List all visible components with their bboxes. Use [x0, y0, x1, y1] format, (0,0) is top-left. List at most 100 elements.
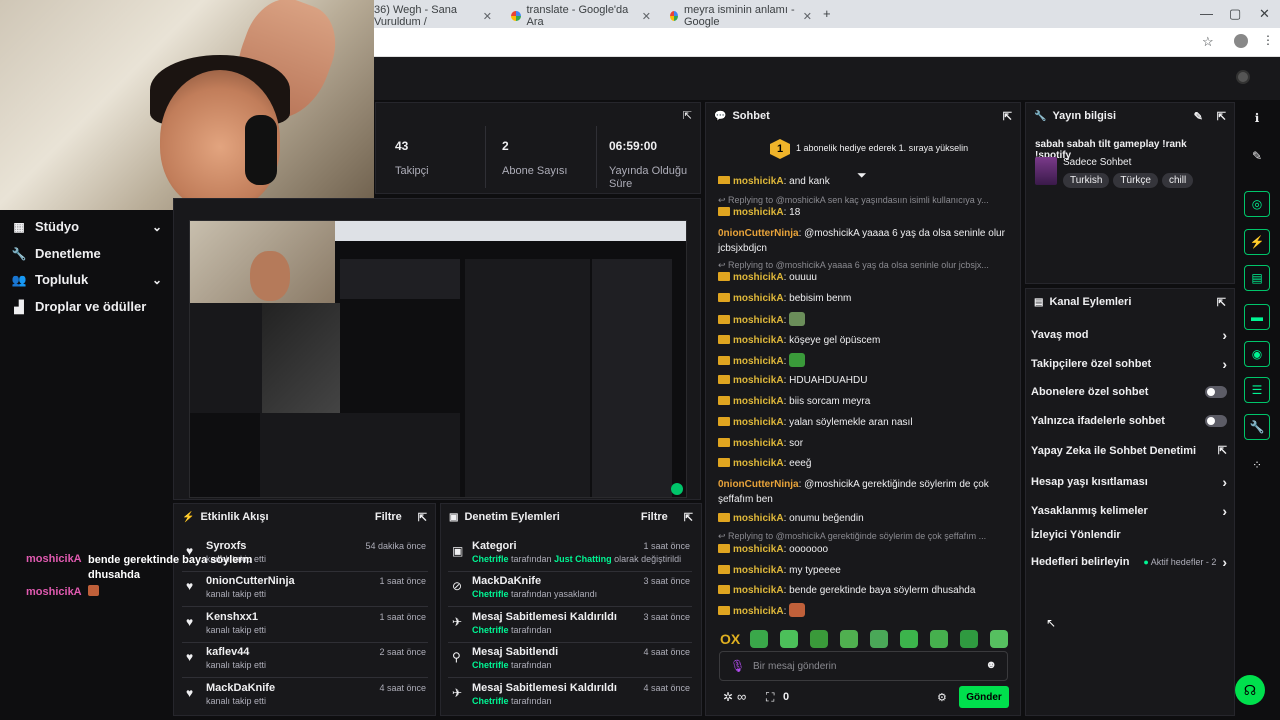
moderation-actor[interactable]: Chetrifle: [472, 660, 509, 670]
microphone-icon[interactable]: 🎙: [730, 659, 745, 673]
edit-pencil-icon[interactable]: ✎: [1194, 110, 1203, 123]
chat-username[interactable]: moshicikA: [733, 272, 784, 283]
chat-username[interactable]: moshicikA: [733, 315, 784, 326]
chat-username[interactable]: moshicikA: [733, 356, 784, 367]
emote-shortcut[interactable]: [990, 630, 1008, 648]
star-icon[interactable]: ☆: [1202, 34, 1214, 50]
browser-tab[interactable]: 36) Wegh - Sana Vuruldum / ✕: [366, 4, 500, 28]
emote-shortcut[interactable]: [960, 630, 978, 648]
moderation-row[interactable]: ▣ Kategori Chetrifle tarafından Just Chatt…: [446, 538, 694, 573]
emote-shortcut[interactable]: [870, 630, 888, 648]
activity-name[interactable]: Kenshxx1: [206, 611, 258, 623]
moderation-actor[interactable]: Chetrifle: [472, 589, 509, 599]
notes-icon[interactable]: ▤: [1244, 265, 1270, 291]
emoji-icon[interactable]: ☻: [985, 659, 997, 671]
tag-chip[interactable]: Turkish: [1063, 173, 1110, 188]
emote-shortcut[interactable]: [750, 630, 768, 648]
popout-icon[interactable]: ⇱: [418, 511, 427, 524]
stream-preview[interactable]: [189, 220, 687, 498]
channel-action-row[interactable]: Yapay Zeka ile Sohbet Denetimi ⇱: [1031, 444, 1227, 458]
channel-action-row[interactable]: Yasaklanmış kelimeler ›: [1031, 503, 1227, 519]
support-headset-icon[interactable]: ☊: [1235, 675, 1265, 705]
activity-row[interactable]: ♥ MackDaKnife kanalı takip etti 4 saat önce: [180, 680, 430, 715]
activity-name[interactable]: Syroxfs: [206, 540, 246, 552]
moderation-actor[interactable]: Chetrifle: [472, 696, 509, 706]
wrench-icon[interactable]: 🔧: [1244, 414, 1270, 440]
edit-pencil-icon[interactable]: ✎: [1244, 143, 1270, 169]
emote-shortcut[interactable]: [810, 630, 828, 648]
toggle-switch[interactable]: [1205, 415, 1227, 427]
chat-username[interactable]: 0nionCutterNinja: [718, 228, 799, 239]
channel-action-row[interactable]: Abonelere özel sohbet: [1031, 386, 1227, 398]
channel-action-row[interactable]: Yavaş mod ›: [1031, 327, 1227, 343]
sidebar-item-community[interactable]: 👥 Topluluk ⌄: [12, 272, 162, 287]
filter-button[interactable]: Filtre: [375, 511, 402, 523]
channel-action-row[interactable]: İzleyici Yönlendir: [1031, 529, 1227, 541]
clip-icon[interactable]: ◎: [1244, 191, 1270, 217]
chat-username[interactable]: moshicikA: [733, 606, 784, 617]
more-menu-icon[interactable]: ⋮: [1262, 33, 1274, 47]
popout-icon[interactable]: ⇱: [1217, 110, 1226, 123]
new-tab-button[interactable]: +: [823, 6, 831, 21]
tag-chip[interactable]: Türkçe: [1113, 173, 1158, 188]
browser-tab[interactable]: translate - Google'da Ara ✕: [503, 4, 659, 28]
apps-icon[interactable]: ⁘: [1244, 452, 1270, 478]
chat-username[interactable]: moshicikA: [733, 585, 784, 596]
activity-name[interactable]: kaflev44: [206, 646, 249, 658]
filter-button[interactable]: Filtre: [641, 511, 668, 523]
sidebar-item-drops[interactable]: ▟ Droplar ve ödüller: [12, 299, 162, 314]
sidebar-item-moderation[interactable]: 🔧 Denetleme: [12, 246, 162, 261]
browser-tab[interactable]: meyra isminin anlamı - Google ✕: [662, 4, 820, 28]
lightning-icon[interactable]: ⚡: [1244, 229, 1270, 255]
sidebar-item-studio[interactable]: ▦ Stüdyo ⌄: [12, 219, 162, 234]
popout-icon[interactable]: ⇱: [683, 109, 692, 122]
maximize-button[interactable]: ▢: [1229, 6, 1241, 22]
vault-icon[interactable]: ⛶: [766, 690, 774, 705]
channel-action-row[interactable]: Hesap yaşı kısıtlaması ›: [1031, 474, 1227, 490]
info-icon[interactable]: ℹ: [1244, 105, 1270, 131]
ox-logo[interactable]: OX: [720, 631, 740, 647]
emote-shortcut[interactable]: [930, 630, 948, 648]
emote-shortcut[interactable]: [840, 630, 858, 648]
points-icon[interactable]: ✲: [723, 690, 733, 704]
chat-username[interactable]: moshicikA: [733, 375, 784, 386]
popout-icon[interactable]: ⇱: [1217, 296, 1226, 309]
channel-action-row[interactable]: Hedefleri belirleyin ● Aktif hedefler - 2…: [1031, 554, 1227, 570]
moderation-actor[interactable]: Chetrifle: [472, 554, 509, 564]
activity-row[interactable]: ♥ kaflev44 kanalı takip etti 2 saat önce: [180, 644, 430, 679]
send-button[interactable]: Gönder: [959, 686, 1009, 708]
channel-action-row[interactable]: Yalnızca ifadelerle sohbet: [1031, 415, 1227, 427]
toggle-switch[interactable]: [1205, 386, 1227, 398]
popout-icon[interactable]: ⇱: [1003, 110, 1012, 123]
chat-username[interactable]: moshicikA: [733, 513, 784, 524]
chat-username[interactable]: moshicikA: [733, 544, 784, 555]
user-avatar[interactable]: [1236, 70, 1250, 84]
profile-avatar[interactable]: [1234, 34, 1248, 48]
chat-input[interactable]: 🎙 Bir mesaj gönderin ☻: [719, 651, 1008, 681]
layout-icon[interactable]: ☰: [1244, 377, 1270, 403]
category-name[interactable]: Sadece Sohbet: [1063, 157, 1131, 168]
chat-bubble-icon[interactable]: ▬: [1244, 304, 1270, 330]
emote-shortcut[interactable]: [900, 630, 918, 648]
close-window-button[interactable]: ✕: [1259, 6, 1270, 22]
emote-shortcut[interactable]: [780, 630, 798, 648]
chat-username[interactable]: moshicikA: [733, 565, 784, 576]
chat-username[interactable]: moshicikA: [733, 438, 784, 449]
chat-username[interactable]: 0nionCutterNinja: [718, 479, 799, 490]
chat-username[interactable]: moshicikA: [733, 335, 784, 346]
popout-icon[interactable]: ⇱: [684, 511, 693, 524]
settings-gear-icon[interactable]: ⚙: [937, 691, 947, 704]
activity-name[interactable]: MackDaKnife: [206, 682, 275, 694]
close-icon[interactable]: ✕: [803, 10, 812, 23]
tag-chip[interactable]: chill: [1161, 173, 1194, 188]
activity-row[interactable]: ♥ Kenshxx1 kanalı takip etti 1 saat önce: [180, 609, 430, 644]
moderation-row[interactable]: ⚲ Mesaj Sabitlendi Chetrifle tarafından 4 s…: [446, 644, 694, 679]
chat-username[interactable]: moshicikA: [733, 396, 784, 407]
hype-train-text[interactable]: 1 abonelik hediye ederek 1. sıraya yükse…: [796, 143, 968, 153]
moderation-row[interactable]: ✈ Mesaj Sabitlemesi Kaldırıldı Chetrifle t…: [446, 680, 694, 715]
close-icon[interactable]: ✕: [483, 10, 492, 23]
minimize-button[interactable]: —: [1200, 6, 1213, 21]
channel-action-row[interactable]: Takipçilere özel sohbet ›: [1031, 356, 1227, 372]
chat-username[interactable]: moshicikA: [733, 293, 784, 304]
chat-username[interactable]: moshicikA: [733, 176, 784, 184]
